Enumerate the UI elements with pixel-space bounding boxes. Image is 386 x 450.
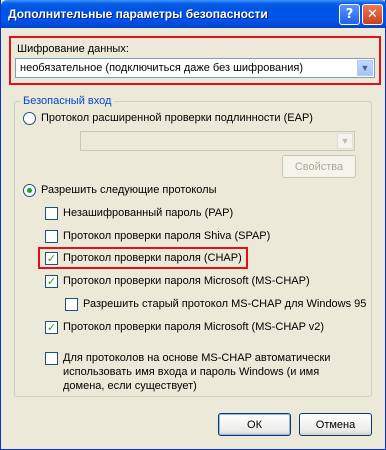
auto-logon-line-1[interactable]: Для протоколов на основе MS-CHAP автомат… [63, 352, 330, 364]
eap-radio[interactable] [23, 112, 36, 125]
help-icon[interactable]: ? [339, 4, 360, 25]
allow-protocols-radio[interactable] [23, 184, 36, 197]
secure-logon-title: Безопасный вход [20, 95, 115, 107]
spap-label[interactable]: Протокол проверки пароля Shiva (SPAP) [63, 230, 270, 242]
pap-checkbox[interactable] [45, 207, 58, 220]
ok-button[interactable]: ОК [218, 413, 291, 436]
close-icon[interactable]: ✕ [362, 4, 383, 25]
chevron-down-icon[interactable]: ▼ [337, 133, 353, 149]
mschap-checkbox[interactable]: ✓ [45, 275, 58, 288]
cancel-button[interactable]: Отмена [299, 413, 372, 436]
title-bar[interactable]: Дополнительные параметры безопасности ? … [1, 0, 386, 28]
pap-label[interactable]: Незашифрованный пароль (PAP) [63, 207, 233, 219]
mschapv2-label[interactable]: Протокол проверки пароля Microsoft (MS-C… [63, 321, 324, 333]
auto-windows-logon-checkbox[interactable] [45, 352, 58, 365]
eap-type-dropdown[interactable]: ▼ [80, 131, 355, 151]
spap-checkbox[interactable] [45, 230, 58, 243]
mschap-win95-checkbox[interactable] [65, 298, 78, 311]
advanced-security-dialog: Дополнительные параметры безопасности ? … [0, 0, 386, 450]
encryption-label: Шифрование данных: [17, 43, 129, 55]
encryption-dropdown[interactable]: необязательное (подключиться даже без ши… [15, 58, 375, 78]
auto-logon-line-2[interactable]: использовать имя входа и пароль Windows … [63, 366, 319, 378]
encryption-dropdown-value: необязательное (подключиться даже без ши… [20, 62, 304, 74]
window-title: Дополнительные параметры безопасности [8, 7, 268, 21]
chap-checkbox[interactable]: ✓ [45, 252, 58, 265]
mschapv2-checkbox[interactable]: ✓ [45, 321, 58, 334]
eap-option-label[interactable]: Протокол расширенной проверки подлинност… [41, 112, 313, 124]
chevron-down-icon[interactable]: ▼ [357, 60, 373, 76]
auto-logon-line-3[interactable]: домена, если существует) [63, 380, 197, 392]
mschap-win95-label[interactable]: Разрешить старый протокол MS-CHAP для Wi… [83, 298, 366, 310]
chap-label[interactable]: Протокол проверки пароля (CHAP) [63, 252, 242, 264]
mschap-label[interactable]: Протокол проверки пароля Microsoft (MS-C… [63, 275, 310, 287]
allow-protocols-label[interactable]: Разрешить следующие протоколы [41, 184, 217, 196]
properties-button[interactable]: Свойства [282, 155, 356, 178]
